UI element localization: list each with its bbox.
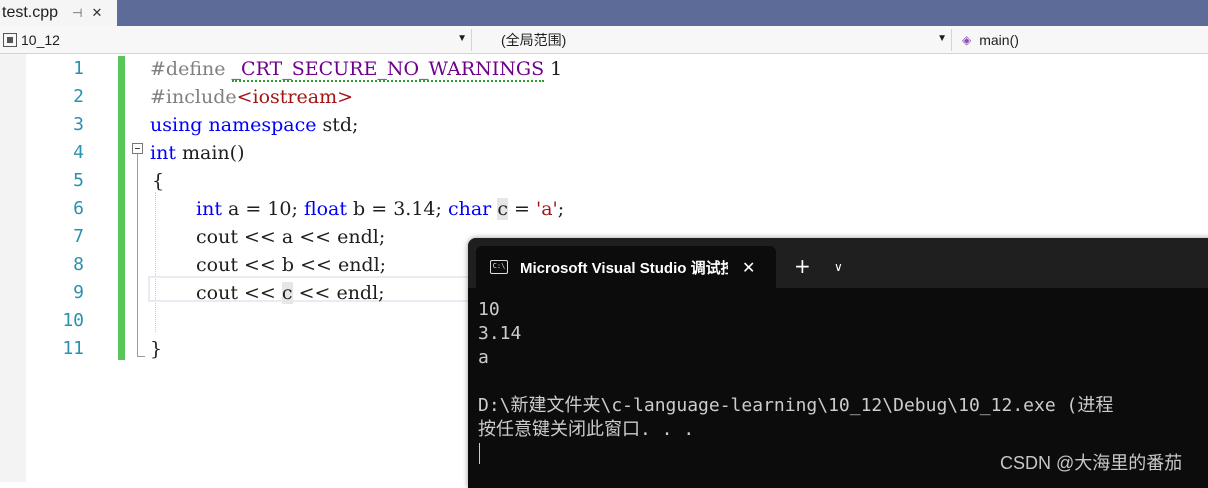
console-tab[interactable]: C:\ Microsoft Visual Studio 调试控制台 ✕ (476, 246, 776, 288)
line-number: 7 (73, 226, 84, 247)
line-number: 2 (73, 86, 84, 107)
tab-test-cpp[interactable]: test.cpp ⊣ ✕ (0, 0, 117, 26)
glyph-margin (0, 54, 26, 482)
preprocessor-directive: #include (150, 86, 237, 108)
navigation-bar: 10_12 ▼ (全局范围) ▼ ◈ main() (0, 26, 1208, 54)
outline-end (137, 356, 145, 357)
code-text: cout << (196, 282, 282, 304)
code-line-2[interactable]: #include<iostream> (150, 83, 353, 111)
line-number: 5 (73, 170, 84, 191)
chevron-down-icon[interactable]: ∨ (834, 260, 843, 274)
code-text: a = 10; (221, 198, 304, 220)
line-number: 9 (73, 282, 84, 303)
code-line-4[interactable]: int main() (150, 139, 244, 167)
watermark: CSDN @大海里的番茄 (1000, 453, 1183, 473)
console-output-line: 按任意键关闭此窗口. . . (478, 419, 695, 440)
code-line-11[interactable]: } (150, 335, 162, 363)
code-line-9[interactable]: cout << c << endl; (196, 279, 385, 307)
keyword: float (303, 198, 348, 220)
chevron-down-icon[interactable]: ▼ (457, 33, 467, 44)
line-number: 4 (73, 142, 84, 163)
document-tab-strip: test.cpp ⊣ ✕ (0, 0, 1208, 26)
outline-line (137, 154, 138, 357)
macro-name: _CRT_SECURE_NO_WARNINGS (231, 58, 545, 82)
member-label: main() (979, 32, 1019, 48)
keyword: using (150, 114, 203, 136)
keyword: int (196, 198, 222, 220)
line-number: 6 (73, 198, 84, 219)
line-number: 10 (62, 310, 84, 331)
code-text: = (507, 198, 536, 220)
tab-label: test.cpp (2, 4, 59, 21)
terminal-icon: C:\ (490, 260, 508, 274)
text-cursor (479, 443, 480, 464)
code-text: b = 3.14; (347, 198, 448, 220)
project-icon (3, 33, 17, 47)
code-line-3[interactable]: using namespace std; (150, 111, 358, 139)
console-output-line: D:\新建文件夹\c-language-learning\10_12\Debug… (478, 395, 1114, 416)
code-text: << endl; (292, 282, 385, 304)
change-tracking-bar (118, 56, 125, 360)
chevron-down-icon[interactable]: ▼ (937, 33, 947, 44)
project-name: 10_12 (21, 32, 60, 48)
line-number: 1 (73, 58, 84, 79)
highlighted-variable: c (281, 282, 293, 304)
new-tab-icon[interactable]: + (794, 256, 811, 276)
line-number: 3 (73, 114, 84, 135)
console-output-line: 3.14 (478, 323, 522, 344)
scope-label: (全局范围) (501, 32, 567, 48)
keyword: namespace (208, 114, 317, 136)
close-icon[interactable]: ✕ (91, 6, 102, 21)
include-header: <iostream> (236, 86, 354, 108)
function-icon: ◈ (962, 33, 972, 47)
code-line-6[interactable]: int a = 10; float b = 3.14; char c = 'a'… (196, 195, 564, 223)
code-line-8[interactable]: cout << b << endl; (196, 251, 386, 279)
code-line-1[interactable]: #define _CRT_SECURE_NO_WARNINGS 1 (150, 55, 562, 83)
code-text: main() (175, 142, 245, 164)
char-literal: 'a' (535, 198, 558, 220)
member-dropdown[interactable]: ◈ main() (956, 29, 1208, 51)
code-text: std; (316, 114, 359, 136)
line-number: 8 (73, 254, 84, 275)
code-line-5[interactable]: { (152, 167, 164, 195)
console-output-line: a (478, 347, 489, 368)
code-line-7[interactable]: cout << a << endl; (196, 223, 385, 251)
console-output-line: 10 (478, 299, 500, 320)
indent-guide (155, 192, 156, 332)
project-dropdown[interactable]: 10_12 ▼ (0, 29, 472, 51)
keyword: int (150, 142, 176, 164)
line-number: 11 (62, 338, 84, 359)
pin-icon[interactable]: ⊣ (72, 6, 82, 20)
highlighted-variable: c (497, 198, 508, 220)
close-icon[interactable]: ✕ (742, 258, 755, 277)
code-text: ; (557, 198, 565, 220)
console-titlebar: C:\ Microsoft Visual Studio 调试控制台 ✕ + ∨ (468, 238, 1208, 288)
keyword: char (447, 198, 492, 220)
console-title: Microsoft Visual Studio 调试控制台 (520, 259, 728, 277)
preprocessor-directive: #define (150, 58, 232, 80)
collapse-icon[interactable] (132, 143, 143, 154)
scope-dropdown[interactable]: (全局范围) ▼ (476, 29, 952, 51)
code-text: 1 (544, 58, 563, 80)
